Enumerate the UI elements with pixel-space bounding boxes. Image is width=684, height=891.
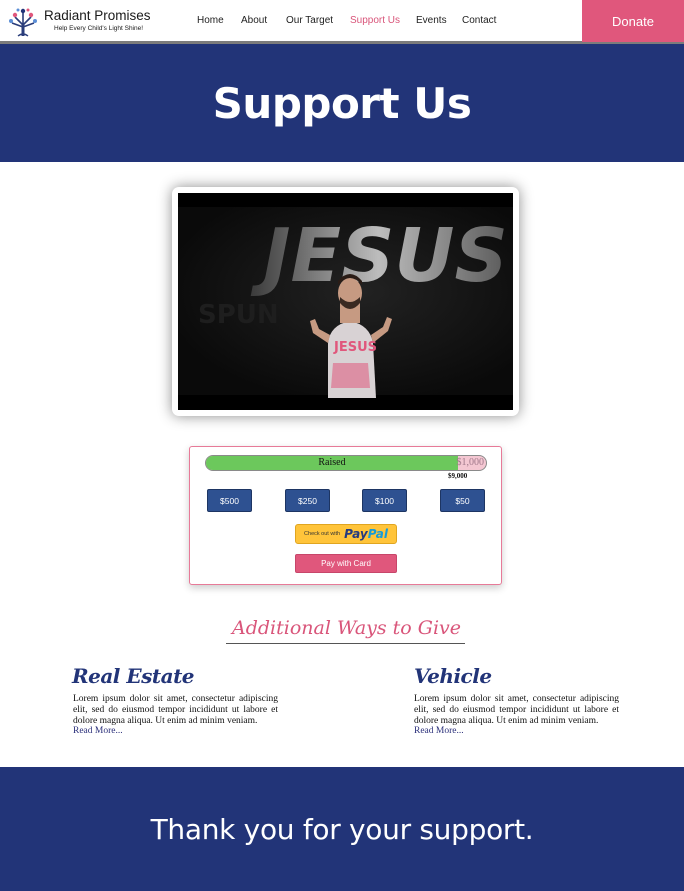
amount-button-500[interactable]: $500 <box>207 489 252 512</box>
vehicle-text: Lorem ipsum dolor sit amet, consectetur … <box>414 694 619 726</box>
vehicle-read-more-link[interactable]: Read More... <box>414 726 464 736</box>
paypal-prefix: Check out with <box>304 531 341 537</box>
title-underline <box>226 643 465 644</box>
real-estate-title: Real Estate <box>72 664 195 688</box>
paypal-logo-icon: PayPal <box>344 527 388 541</box>
amount-button-250[interactable]: $250 <box>285 489 330 512</box>
nav-home[interactable]: Home <box>197 15 224 26</box>
progress-label: Raised <box>318 457 346 468</box>
brand-tagline: Help Every Child's Light Shine! <box>54 25 144 32</box>
nav-contact[interactable]: Contact <box>462 15 496 26</box>
video-overlay-jesus: JESUS <box>250 213 508 299</box>
video-overlay-spun: SPUN <box>198 300 279 330</box>
footer-thank-you: Thank you for your support. <box>150 812 534 846</box>
donate-button[interactable]: Donate <box>582 0 684 42</box>
real-estate-text: Lorem ipsum dolor sit amet, consectetur … <box>73 694 278 726</box>
site-footer: Thank you for your support. <box>0 767 684 891</box>
paypal-checkout-button[interactable]: Check out with PayPal <box>295 524 397 544</box>
additional-ways-title: Additional Ways to Give <box>231 617 462 639</box>
amount-button-50[interactable]: $50 <box>440 489 485 512</box>
site-header: Radiant Promises Help Every Child's Ligh… <box>0 0 684 44</box>
nav-support-us[interactable]: Support Us <box>350 15 400 26</box>
amount-button-100[interactable]: $100 <box>362 489 407 512</box>
vehicle-title: Vehicle <box>414 664 492 688</box>
page-title: Support Us <box>212 78 472 128</box>
video-player[interactable]: JESUS SPUN JESUS <box>178 193 513 410</box>
brand-name[interactable]: Radiant Promises <box>44 8 151 23</box>
hero-banner: Support Us <box>0 44 684 162</box>
progress-goal: $1,000 <box>456 457 485 468</box>
tree-logo-icon[interactable] <box>7 5 39 37</box>
pay-with-card-button[interactable]: Pay with Card <box>295 554 397 573</box>
donation-widget: Raised $1,000 $9,000 $500 $250 $100 $50 … <box>189 446 502 585</box>
video-frame: JESUS SPUN JESUS <box>172 187 519 416</box>
real-estate-read-more-link[interactable]: Read More... <box>73 726 123 736</box>
video-thumbnail: JESUS SPUN JESUS <box>178 193 513 410</box>
raised-amount: $9,000 <box>448 472 468 480</box>
video-shirt-text: JESUS <box>333 340 377 355</box>
donation-progress-bar: Raised $1,000 <box>205 455 487 471</box>
nav-about[interactable]: About <box>241 15 267 26</box>
nav-our-target[interactable]: Our Target <box>286 15 333 26</box>
nav-events[interactable]: Events <box>416 15 447 26</box>
